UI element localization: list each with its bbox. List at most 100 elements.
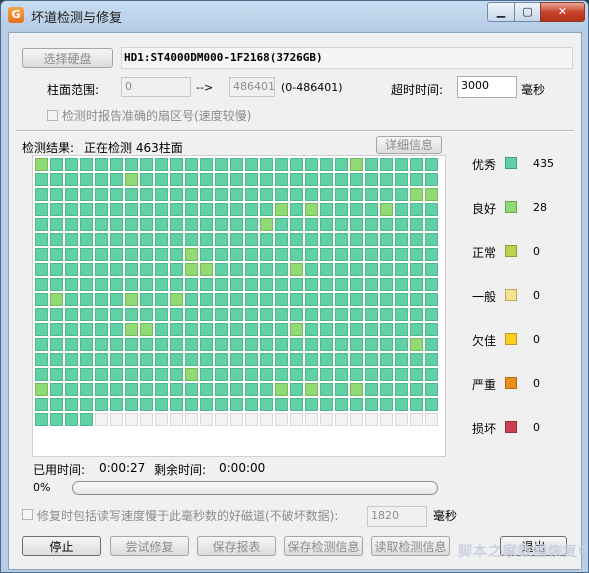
cylinder-cell-excellent bbox=[365, 293, 378, 306]
cylinder-cell-excellent bbox=[425, 158, 438, 171]
range-arrow: --> bbox=[196, 81, 214, 94]
cylinder-cell-excellent bbox=[110, 173, 123, 186]
cylinder-cell-excellent bbox=[290, 398, 303, 411]
cylinder-cell-good bbox=[410, 188, 423, 201]
cylinder-cell-excellent bbox=[365, 368, 378, 381]
cylinder-cell-excellent bbox=[290, 248, 303, 261]
cylinder-cell-excellent bbox=[425, 173, 438, 186]
cylinder-cell-excellent bbox=[395, 233, 408, 246]
repair-slow-input[interactable]: 1820 bbox=[367, 506, 427, 527]
cylinder-cell-excellent bbox=[350, 293, 363, 306]
cylinder-cell-excellent bbox=[80, 368, 93, 381]
cylinder-cell-excellent bbox=[95, 173, 108, 186]
cylinder-cell-excellent bbox=[245, 383, 258, 396]
cylinder-cell-excellent bbox=[110, 218, 123, 231]
cylinder-cell-excellent bbox=[155, 218, 168, 231]
cylinder-cell-excellent bbox=[395, 338, 408, 351]
cylinder-cell-excellent bbox=[185, 383, 198, 396]
watermark: 脚本之家数据恢复中心 bbox=[458, 544, 588, 572]
cylinder-cell-pending bbox=[170, 413, 183, 426]
cylinder-cell-pending bbox=[260, 413, 273, 426]
save-detection-info-button[interactable]: 保存检测信息 bbox=[284, 536, 363, 556]
cylinder-cell-excellent bbox=[230, 203, 243, 216]
legend-count: 28 bbox=[533, 201, 547, 214]
cylinder-cell-excellent bbox=[35, 338, 48, 351]
cylinder-cell-excellent bbox=[95, 368, 108, 381]
cylinder-cell-excellent bbox=[380, 218, 393, 231]
cylinder-cell-excellent bbox=[50, 248, 63, 261]
cylinder-cell-pending bbox=[395, 413, 408, 426]
cylinder-cell-excellent bbox=[410, 158, 423, 171]
details-button[interactable]: 详细信息 bbox=[376, 136, 442, 154]
cylinder-cell-good bbox=[185, 248, 198, 261]
cylinder-cell-excellent bbox=[95, 218, 108, 231]
cylinder-cell-excellent bbox=[320, 323, 333, 336]
cylinder-cell-excellent bbox=[65, 323, 78, 336]
load-detection-info-button[interactable]: 读取检测信息 bbox=[371, 536, 450, 556]
cylinder-cell-excellent bbox=[230, 368, 243, 381]
cylinder-cell-excellent bbox=[140, 293, 153, 306]
select-disk-button[interactable]: 选择硬盘 bbox=[22, 48, 113, 68]
cylinder-cell-excellent bbox=[230, 308, 243, 321]
cylinder-cell-excellent bbox=[230, 263, 243, 276]
cylinder-cell-excellent bbox=[365, 383, 378, 396]
repair-slow-checkbox[interactable] bbox=[22, 509, 33, 520]
cylinder-cell-excellent bbox=[305, 368, 318, 381]
cylinder-cell-excellent bbox=[200, 173, 213, 186]
report-sector-checkbox[interactable] bbox=[47, 110, 58, 121]
cylinder-cell-excellent bbox=[170, 233, 183, 246]
cylinder-cell-excellent bbox=[230, 188, 243, 201]
cylinder-cell-excellent bbox=[380, 353, 393, 366]
cylinder-cell-excellent bbox=[305, 308, 318, 321]
cylinder-start-input[interactable]: 0 bbox=[121, 77, 191, 97]
window-title: 坏道检测与修复 bbox=[31, 11, 123, 26]
cylinder-end-input[interactable]: 486401 bbox=[229, 77, 275, 97]
cylinder-cell-excellent bbox=[320, 338, 333, 351]
cylinder-cell-good bbox=[50, 293, 63, 306]
cylinder-cell-excellent bbox=[425, 263, 438, 276]
cylinder-cell-excellent bbox=[155, 323, 168, 336]
try-repair-button[interactable]: 尝试修复 bbox=[110, 536, 189, 556]
cylinder-cell-excellent bbox=[350, 308, 363, 321]
cylinder-cell-excellent bbox=[305, 218, 318, 231]
cylinder-cell-excellent bbox=[200, 398, 213, 411]
cylinder-cell-excellent bbox=[65, 278, 78, 291]
cylinder-cell-excellent bbox=[35, 368, 48, 381]
maximize-button[interactable]: ▢ bbox=[514, 2, 541, 22]
cylinder-cell-excellent bbox=[260, 158, 273, 171]
save-report-button[interactable]: 保存报表 bbox=[197, 536, 276, 556]
cylinder-cell-excellent bbox=[35, 233, 48, 246]
cylinder-cell-pending bbox=[125, 413, 138, 426]
timeout-input[interactable]: 3000 bbox=[457, 76, 517, 98]
cylinder-cell-excellent bbox=[185, 218, 198, 231]
cylinder-cell-excellent bbox=[110, 158, 123, 171]
cylinder-cell-excellent bbox=[110, 323, 123, 336]
cylinder-cell-excellent bbox=[65, 338, 78, 351]
cylinder-cell-excellent bbox=[125, 233, 138, 246]
cylinder-cell-excellent bbox=[380, 173, 393, 186]
cylinder-cell-excellent bbox=[65, 218, 78, 231]
cylinder-cell-excellent bbox=[65, 248, 78, 261]
cylinder-cell-good bbox=[305, 203, 318, 216]
cylinder-cell-excellent bbox=[365, 263, 378, 276]
title-bar[interactable]: G 坏道检测与修复 ▁ ▢ ✕ bbox=[1, 1, 588, 29]
cylinder-cell-excellent bbox=[185, 308, 198, 321]
cylinder-cell-excellent bbox=[350, 338, 363, 351]
cylinder-cell-excellent bbox=[125, 203, 138, 216]
close-button[interactable]: ✕ bbox=[540, 2, 585, 22]
cylinder-cell-excellent bbox=[50, 383, 63, 396]
cylinder-cell-pending bbox=[290, 413, 303, 426]
cylinder-cell-excellent bbox=[245, 203, 258, 216]
cylinder-cell-excellent bbox=[215, 173, 228, 186]
cylinder-cell-excellent bbox=[290, 203, 303, 216]
cylinder-cell-excellent bbox=[320, 188, 333, 201]
cylinder-cell-excellent bbox=[335, 353, 348, 366]
cylinder-cell-excellent bbox=[245, 308, 258, 321]
stop-button[interactable]: 停止 bbox=[22, 536, 101, 556]
minimize-button[interactable]: ▁ bbox=[487, 2, 515, 22]
cylinder-cell-excellent bbox=[380, 233, 393, 246]
cylinder-cell-excellent bbox=[320, 383, 333, 396]
cylinder-cell-excellent bbox=[425, 248, 438, 261]
cylinder-cell-excellent bbox=[155, 308, 168, 321]
cylinder-cell-good bbox=[200, 263, 213, 276]
